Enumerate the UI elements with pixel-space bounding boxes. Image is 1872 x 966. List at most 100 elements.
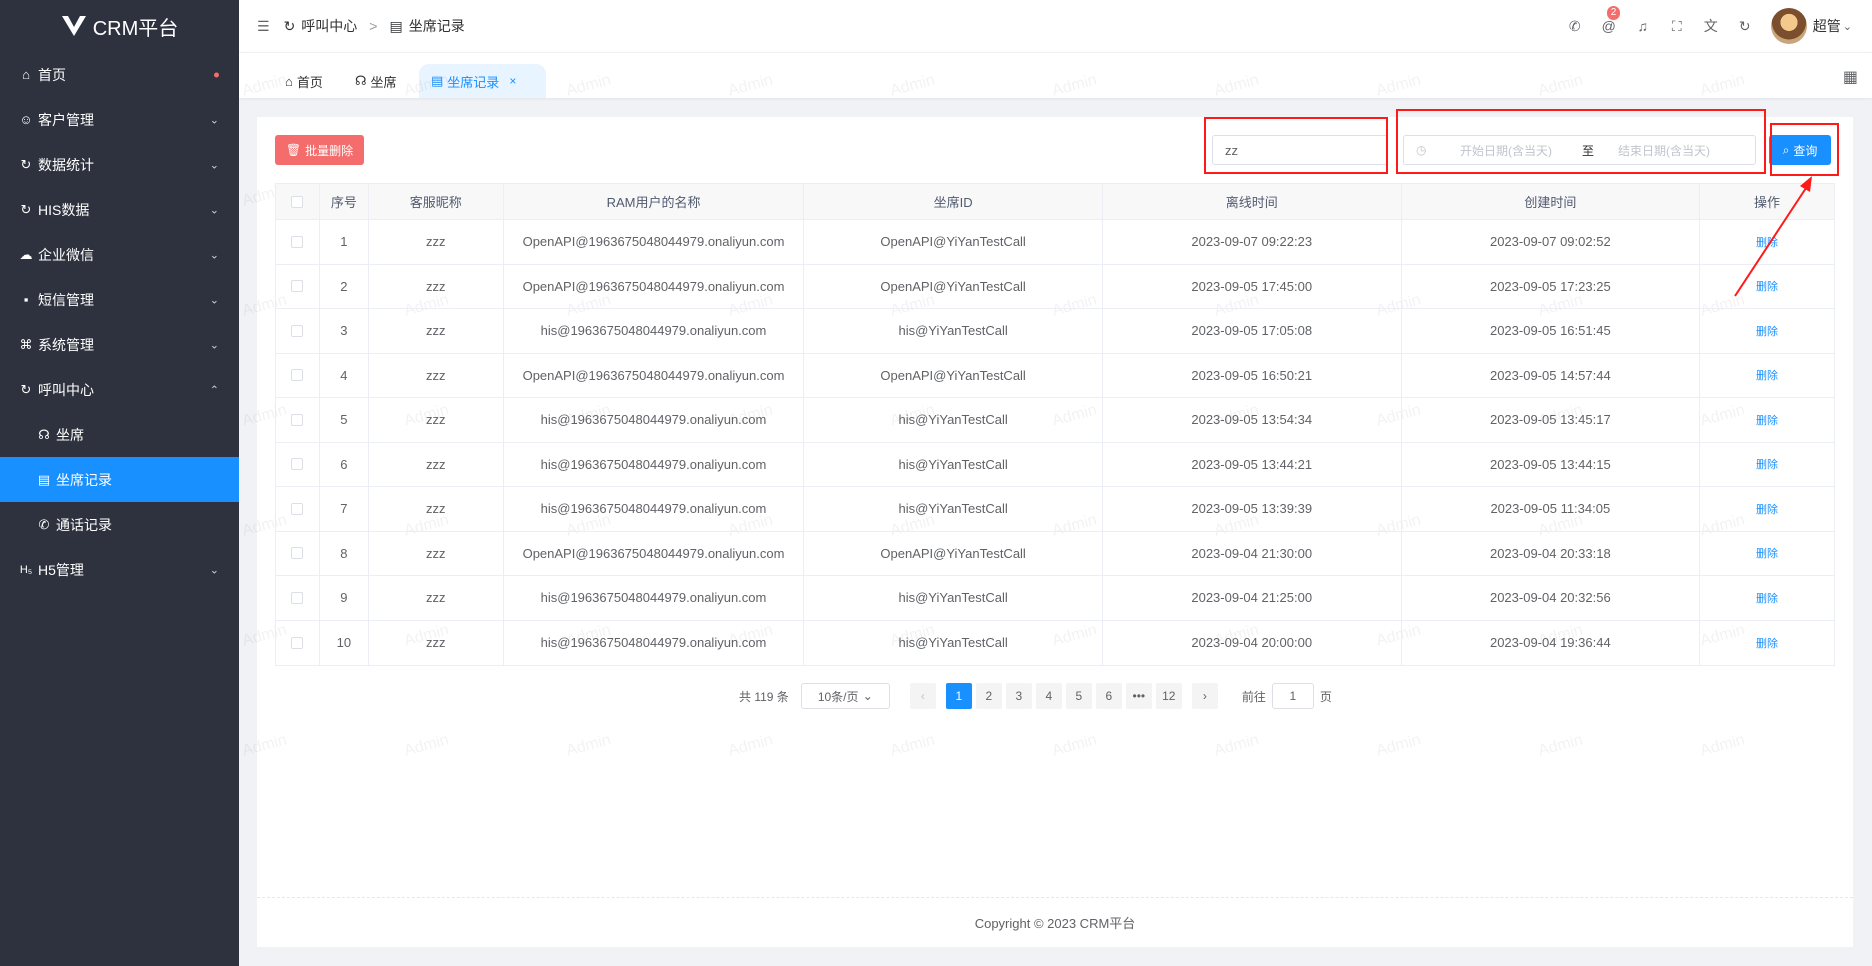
cell-created-time: 2023-09-04 19:36:44 [1402,620,1701,665]
cell-actions: 删除 [1700,354,1834,398]
delete-link[interactable]: 删除 [1756,323,1778,339]
page-button[interactable]: 3 [1005,683,1032,709]
date-end-input[interactable]: 结束日期(含当天) [1618,142,1710,159]
delete-link[interactable]: 删除 [1756,367,1778,383]
pagination-total: 共 119 条 [739,689,789,704]
bell-icon[interactable]: ♫ [1635,18,1651,34]
cell-index: 1 [320,220,369,264]
tab-seat-records[interactable]: ▤ 坐席记录 × [419,64,546,98]
sidebar-item-callcenter[interactable]: ↻ 呼叫中心 ⌃ [0,367,239,412]
delete-link[interactable]: 删除 [1756,234,1778,250]
chevron-down-icon: ⌄ [209,159,219,171]
query-button[interactable]: ⌕ 查询 [1769,135,1831,165]
headset-icon: ↻ [283,17,296,34]
row-select-cell [276,353,320,397]
select-all-checkbox[interactable] [291,195,304,208]
delete-link[interactable]: 删除 [1756,635,1778,651]
watermark: Admin [240,731,289,760]
cell-ram-user: his@1963675048044979.onaliyun.com [504,442,805,486]
app-logo[interactable]: CRM平台 [0,0,239,52]
date-range-picker[interactable]: ◷ 开始日期(含当天) 至 结束日期(含当天) [1403,135,1756,165]
nickname-search-input[interactable] [1212,135,1388,165]
page-button[interactable]: 1 [945,683,972,709]
cell-ram-user: OpenAPI@1963675048044979.onaliyun.com [504,220,805,264]
sidebar-item-customers[interactable]: ☺ 客户管理 ⌄ [0,97,239,142]
sidebar-item-system[interactable]: ⌘ 系统管理 ⌄ [0,322,239,367]
avatar[interactable] [1770,8,1807,44]
cell-nickname: zzz [369,531,504,575]
breadcrumb-item[interactable]: 呼叫中心 [301,16,357,36]
footer: Copyright © 2023 CRM平台 [257,897,1853,947]
row-checkbox[interactable] [291,324,304,337]
cell-nickname: zzz [369,442,504,486]
sidebar-item-statistics[interactable]: ↻ 数据统计 ⌄ [0,142,239,187]
date-start-input[interactable]: 开始日期(含当天) [1460,142,1570,159]
goto-page-input[interactable] [1271,683,1314,709]
sidebar-item-home[interactable]: ⌂ 首页 [0,52,239,97]
sidebar-item-sms[interactable]: ▪ 短信管理 ⌄ [0,277,239,322]
phone-icon[interactable]: ✆ [1567,18,1583,35]
sidebar-subitem-seat-records[interactable]: ▤ 坐席记录 [0,457,239,502]
more-pages-button[interactable]: ••• [1125,683,1152,709]
translate-icon[interactable]: 文 [1703,16,1719,36]
tab-home[interactable]: ⌂ 首页 [273,64,335,98]
delete-link[interactable]: 删除 [1756,278,1778,294]
at-icon[interactable]: @2 [1601,6,1621,34]
watermark: Admin [726,731,775,760]
row-checkbox[interactable] [291,547,304,560]
data-icon: ↻ [20,201,32,217]
watermark: Admin [1050,731,1099,760]
batch-delete-button[interactable]: 🗑 批量删除 [275,135,364,165]
delete-link[interactable]: 删除 [1756,501,1778,517]
row-checkbox[interactable] [291,280,304,293]
chevron-up-icon: ⌃ [209,384,219,396]
sidebar-item-label: 坐席记录 [56,471,112,488]
delete-link[interactable]: 删除 [1756,412,1778,428]
sidebar-subitem-seat[interactable]: ☊ 坐席 [0,412,239,457]
cell-created-time: 2023-09-05 16:51:45 [1402,309,1701,353]
sidebar-item-label: 系统管理 [38,336,94,353]
page-button[interactable]: 12 [1155,683,1182,709]
cell-seat-id: OpenAPI@YiYanTestCall [804,264,1103,308]
delete-link[interactable]: 删除 [1756,456,1778,472]
cell-seat-id: his@YiYanTestCall [804,620,1103,665]
close-icon[interactable]: × [509,74,516,88]
grid-icon[interactable]: ▦ [1843,67,1858,87]
chevron-down-icon: ⌄ [209,564,219,576]
page-button[interactable]: 5 [1065,683,1092,709]
clock-icon: ◷ [1416,143,1427,157]
trash-icon: 🗑 [285,143,302,157]
sidebar-item-his[interactable]: ↻ HIS数据 ⌄ [0,187,239,232]
cell-actions: 删除 [1700,265,1834,309]
watermark: Admin [564,731,613,760]
user-menu[interactable]: 超管 ⌄ [1770,8,1852,44]
page-button[interactable]: 2 [975,683,1002,709]
table-row: 6 zzz his@1963675048044979.onaliyun.com his… [276,442,1834,487]
prev-page-button[interactable]: ‹ [909,683,936,709]
row-checkbox[interactable] [291,636,304,649]
next-page-button[interactable]: › [1191,683,1218,709]
sidebar-toggle-icon[interactable]: ☰ [257,18,270,35]
page-size-select[interactable]: 10条/页 ⌄ [800,683,890,709]
delete-link[interactable]: 删除 [1756,545,1778,561]
row-checkbox[interactable] [291,413,304,426]
cell-nickname: zzz [369,264,504,308]
fullscreen-icon[interactable]: ⛶ [1669,18,1685,35]
tab-seat[interactable]: ☊ 坐席 [343,64,409,98]
row-checkbox[interactable] [291,502,304,515]
page-button[interactable]: 6 [1095,683,1122,709]
delete-link[interactable]: 删除 [1756,590,1778,606]
row-checkbox[interactable] [291,369,304,382]
wechat-icon: ☁ [19,246,33,262]
row-checkbox[interactable] [291,458,304,471]
sidebar-item-wechat[interactable]: ☁ 企业微信 ⌄ [0,232,239,277]
cell-index: 9 [320,576,369,620]
row-checkbox[interactable] [291,591,304,604]
page-button[interactable]: 4 [1035,683,1062,709]
goto-suffix: 页 [1319,689,1332,704]
sidebar-subitem-call-records[interactable]: ✆ 通话记录 [0,502,239,547]
sidebar-item-h5[interactable]: H₅ H5管理 ⌄ [0,547,239,592]
refresh-icon[interactable]: ↻ [1737,18,1753,35]
column-header: 操作 [1754,195,1781,210]
row-checkbox[interactable] [291,235,304,248]
